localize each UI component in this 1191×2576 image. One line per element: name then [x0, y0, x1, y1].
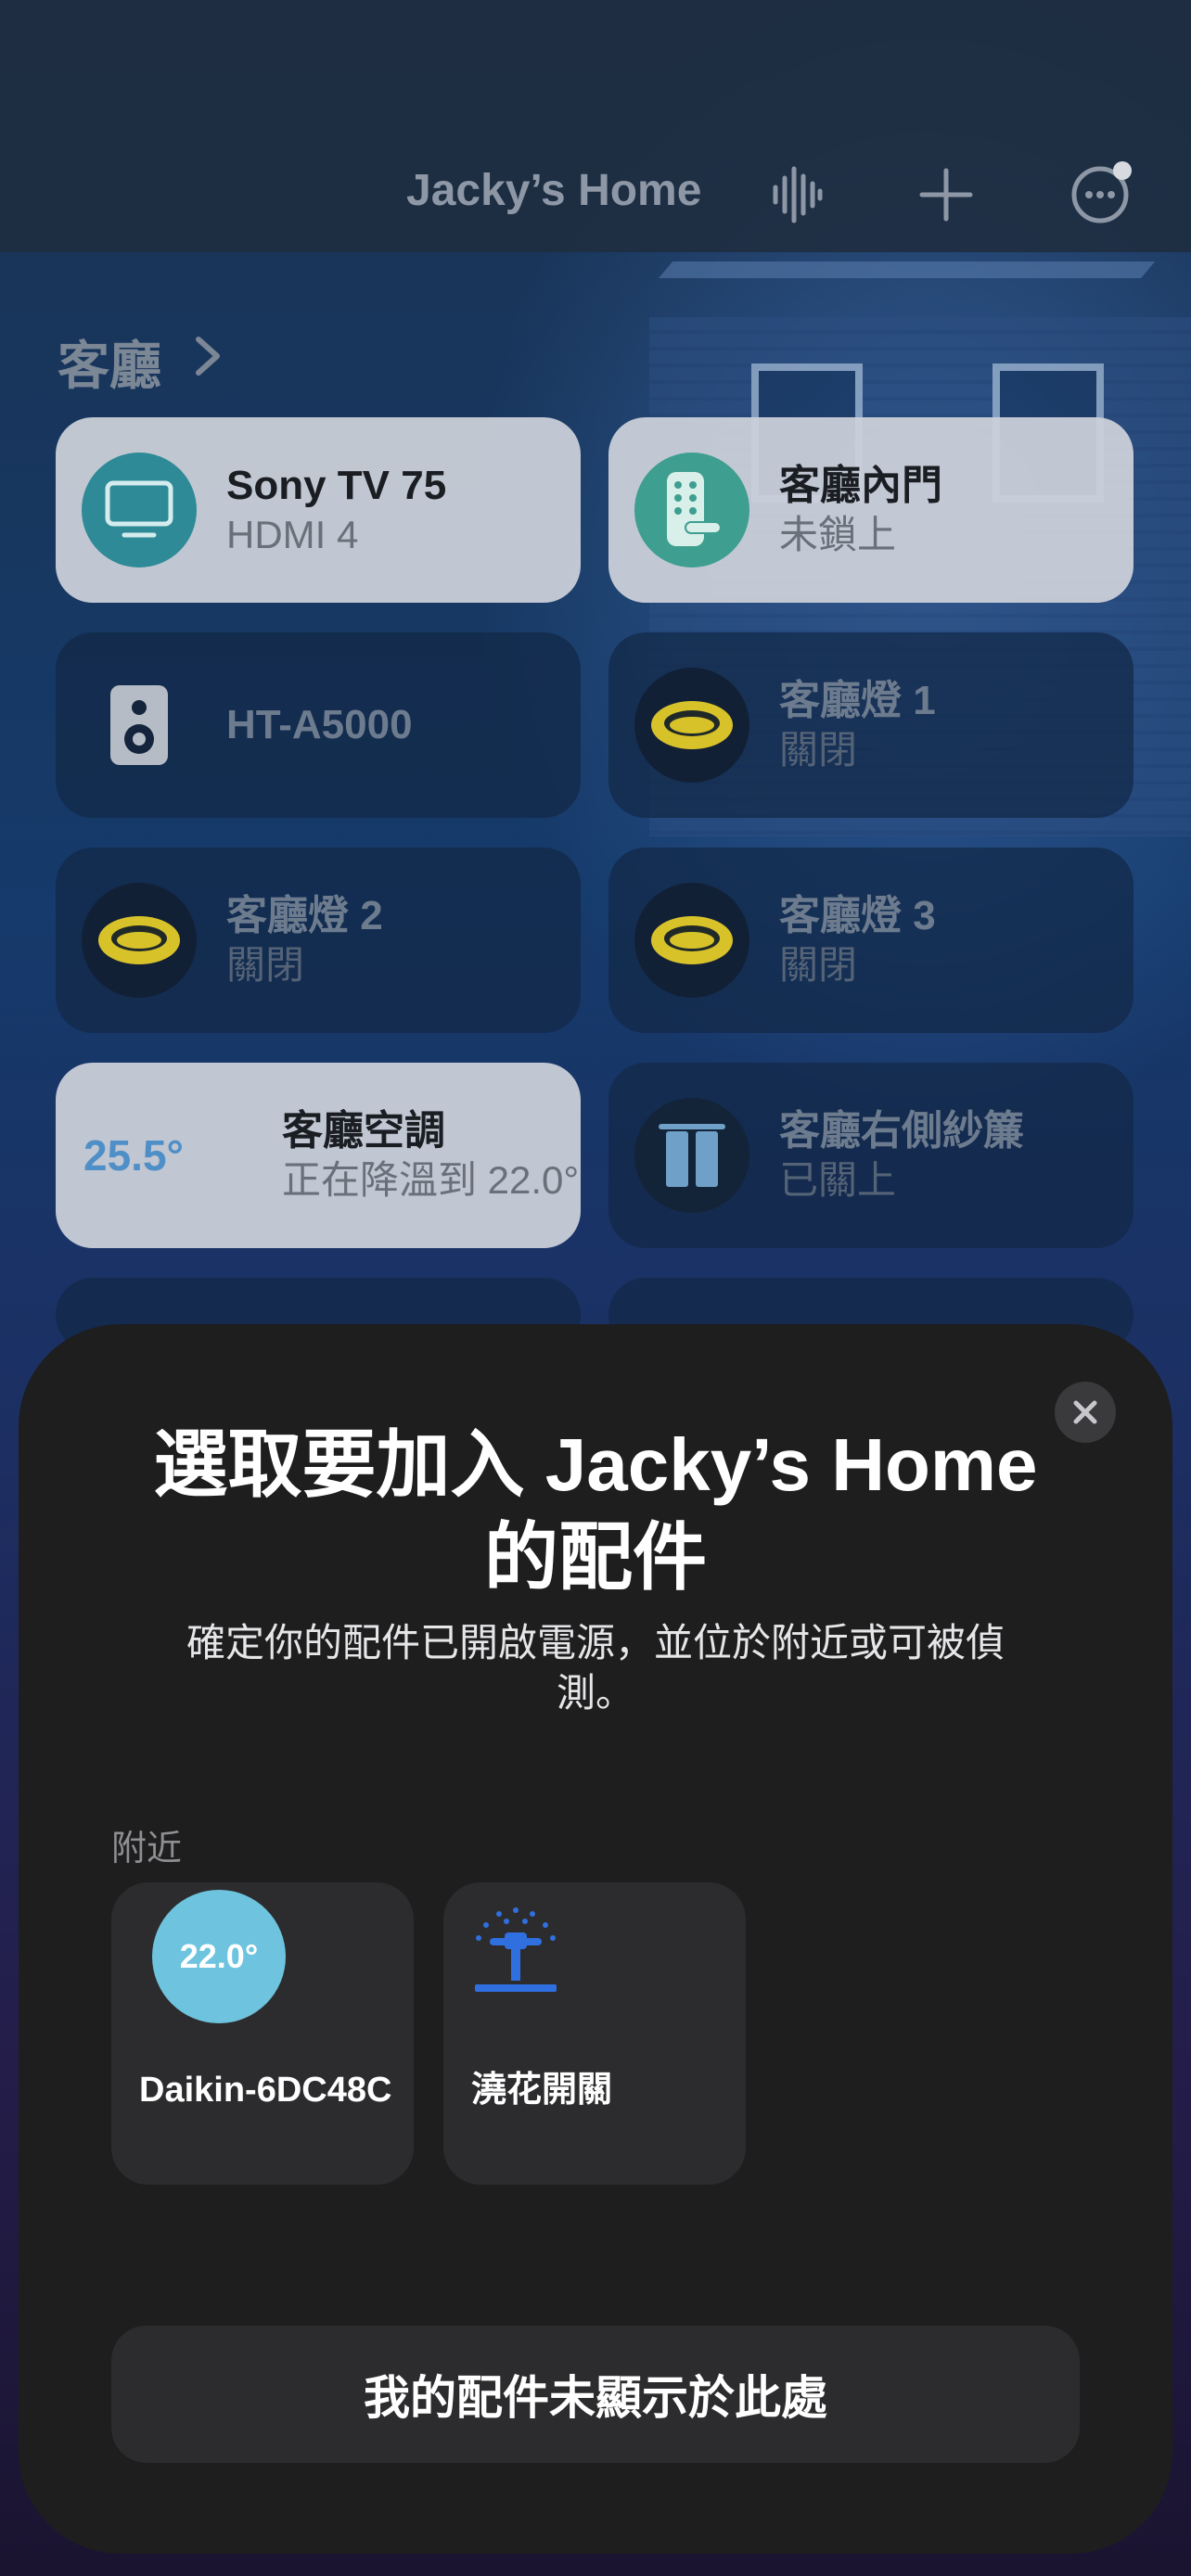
tile-name: 客廳燈 2 — [226, 893, 383, 938]
sheet-subtitle: 確定你的配件已開啟電源，並位於附近或可被偵測。 — [186, 1621, 1005, 1715]
more-icon[interactable] — [1069, 159, 1135, 226]
current-temperature: 25.5° — [83, 1131, 184, 1180]
home-title[interactable]: Jacky’s Home — [406, 165, 701, 216]
accessory-name: Daikin-6DC48C — [139, 2071, 392, 2110]
tile-status: 未鎖上 — [779, 513, 897, 556]
tile-status: 關閉 — [779, 943, 858, 987]
voice-waveform-icon[interactable] — [768, 165, 827, 224]
thermostat-temperature: 22.0° — [179, 1937, 259, 1975]
lock-icon — [634, 453, 749, 567]
curtain-icon — [634, 1098, 749, 1213]
speaker-icon — [82, 668, 197, 783]
tile-name: 客廳內門 — [779, 463, 942, 508]
tile-name: 客廳燈 3 — [779, 893, 936, 938]
tile-status: 關閉 — [226, 943, 305, 987]
light-icon — [634, 883, 749, 998]
tile-name: 客廳燈 1 — [779, 678, 936, 723]
light-icon — [634, 668, 749, 783]
nearby-section-label: 附近 — [111, 1830, 183, 1868]
accessory-tile-sony-tv[interactable]: Sony TV 75 HDMI 4 — [56, 417, 581, 603]
accessory-tile-light-1[interactable]: 客廳燈 1 關閉 — [608, 632, 1133, 818]
accessory-tile-light-3[interactable]: 客廳燈 3 關閉 — [608, 848, 1133, 1033]
tile-status: 已關上 — [779, 1158, 897, 1202]
accessory-name: 澆花開關 — [471, 2071, 613, 2110]
tile-name: HT-A5000 — [226, 702, 413, 747]
tile-name: 客廳右側紗簾 — [779, 1108, 1024, 1154]
plus-icon[interactable] — [916, 165, 976, 224]
tile-status: 關閉 — [779, 728, 858, 772]
room-title[interactable]: 客廳 — [58, 325, 161, 400]
tv-icon — [82, 453, 197, 567]
light-icon — [82, 883, 197, 998]
accessory-card-daikin[interactable]: 22.0° Daikin-6DC48C — [111, 1882, 414, 2185]
thermostat-icon: 22.0° — [152, 1890, 286, 2023]
accessory-tile-air-conditioner[interactable]: 25.5° 客廳空調 正在降溫到 22.0° — [56, 1063, 581, 1248]
accessory-card-sprinkler[interactable]: 澆花開關 — [443, 1882, 746, 2185]
accessory-tile-ht-a5000[interactable]: HT-A5000 — [56, 632, 581, 818]
close-icon — [1073, 1400, 1097, 1424]
accessory-tile-light-2[interactable]: 客廳燈 2 關閉 — [56, 848, 581, 1033]
tile-name: 客廳空調 — [282, 1108, 445, 1154]
chevron-right-icon[interactable] — [191, 334, 224, 378]
accessory-tile-living-room-door[interactable]: 客廳內門 未鎖上 — [608, 417, 1133, 603]
sprinkler-icon — [475, 1907, 557, 1992]
sheet-title: 選取要加入 Jacky’s Home 的配件 — [153, 1423, 1038, 1599]
close-button[interactable] — [1055, 1382, 1116, 1443]
accessory-not-shown-button[interactable]: 我的配件未顯示於此處 — [111, 2326, 1080, 2463]
tile-status: 正在降溫到 22.0° — [282, 1158, 580, 1202]
tile-status: HDMI 4 — [226, 513, 359, 556]
tile-name: Sony TV 75 — [226, 463, 447, 508]
accessory-tile-curtain[interactable]: 客廳右側紗簾 已關上 — [608, 1063, 1133, 1248]
